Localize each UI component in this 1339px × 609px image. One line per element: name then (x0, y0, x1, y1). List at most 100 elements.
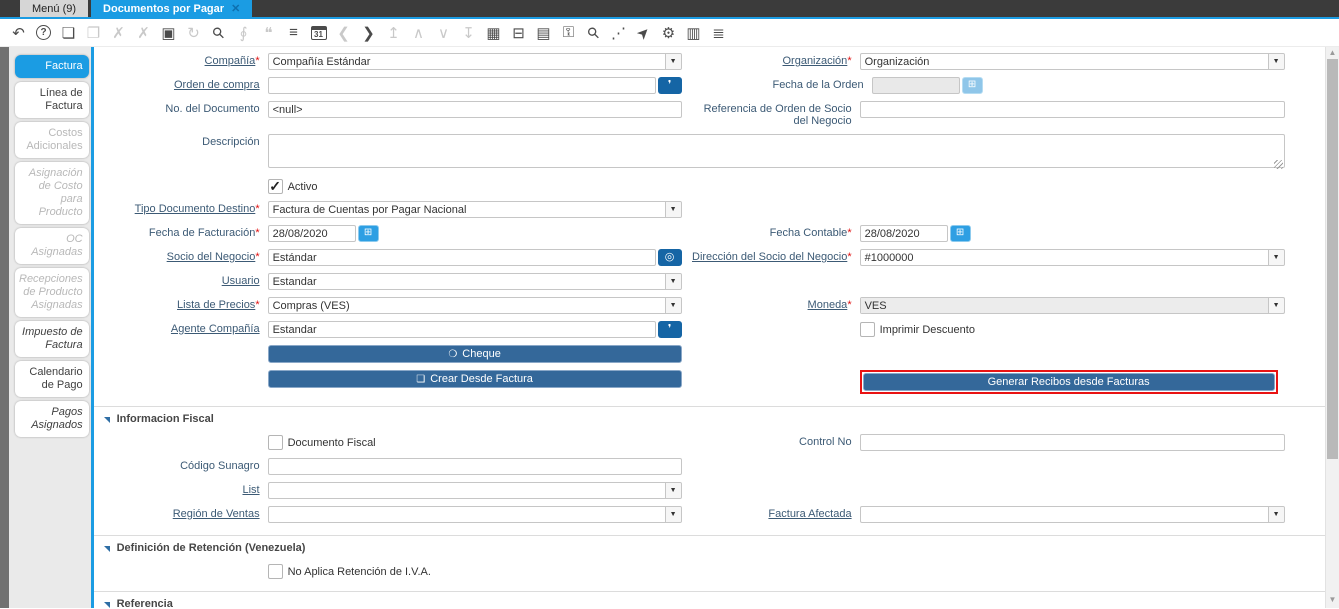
chevron-down-icon[interactable]: ▼ (1267, 507, 1284, 522)
tab-linea-de-factura[interactable]: Línea de Factura (15, 82, 89, 118)
section-title: Definición de Retención (Venezuela) (116, 542, 306, 554)
tab-documentos-por-pagar[interactable]: Documentos por Pagar ✕ (91, 0, 253, 17)
field-label-referencia-orden: Referencia de Orden de Socio del Negocio (703, 103, 852, 127)
field-label-fecha-orden: Fecha de la Orden (772, 79, 864, 91)
chevron-down-icon[interactable]: ▼ (1267, 54, 1284, 69)
chevron-down-icon[interactable]: ▼ (664, 298, 681, 313)
field-label-socio-negocio: Socio del Negocio* (166, 251, 260, 263)
descripcion-textarea[interactable] (267, 134, 1285, 168)
socio-negocio-input[interactable] (267, 249, 656, 266)
close-tab-icon[interactable]: ✕ (231, 2, 240, 15)
direccion-socio-combo[interactable]: #1000000 ▼ (859, 249, 1285, 266)
active-tab-label: Documentos por Pagar (103, 2, 225, 15)
orden-compra-input[interactable] (267, 77, 656, 94)
collapse-icon[interactable] (103, 601, 110, 608)
search-icon[interactable]: ⚲ (206, 19, 231, 46)
settings-icon[interactable]: ⚙ (656, 19, 681, 46)
form-content: Compañía* Compañía Estándar ▼ Organizació… (93, 47, 1325, 608)
report-icon[interactable]: ▦ (481, 19, 506, 46)
scroll-up-icon[interactable]: ▲ (1326, 47, 1339, 59)
tab-asignacion-de-costo: Asignación de Costo para Producto (15, 162, 89, 224)
menu-tab[interactable]: Menú (9) (20, 0, 89, 17)
scroll-down-icon[interactable]: ▼ (1326, 594, 1339, 606)
fecha-orden-input (871, 77, 960, 94)
document-icon: ❏ (416, 373, 426, 385)
field-label-moneda: Moneda* (807, 299, 852, 311)
grid-toggle-icon[interactable]: ≡ (281, 19, 306, 46)
calendar-icon[interactable]: 31 (306, 19, 331, 46)
help-icon[interactable]: ? (31, 19, 56, 46)
calendar-grid-icon: ⊞ (955, 227, 965, 238)
business-partner-icon: ◎ (664, 251, 675, 263)
compania-combo[interactable]: Compañía Estándar ▼ (267, 53, 682, 70)
list-combo[interactable]: ▼ (267, 482, 682, 499)
fecha-facturacion-input[interactable] (267, 225, 356, 242)
chevron-down-icon[interactable]: ▼ (664, 507, 681, 522)
scrollbar-thumb[interactable] (1327, 59, 1338, 459)
no-documento-input[interactable] (267, 101, 682, 118)
field-label-compania: Compañía* (204, 55, 260, 67)
chevron-down-icon[interactable]: ▼ (664, 483, 681, 498)
collapse-icon[interactable] (103, 416, 110, 423)
save-icon[interactable]: ▣ (156, 19, 181, 46)
print-preview-icon[interactable]: ≣ (706, 19, 731, 46)
agente-compania-lookup-button[interactable]: ❜ (657, 321, 682, 338)
workflow-icon[interactable]: ⋰ (606, 19, 631, 46)
archive-icon[interactable]: ⊟ (506, 19, 531, 46)
barcode-search-icon[interactable]: ▥ (681, 19, 706, 46)
cheque-button[interactable]: ❍ Cheque (267, 345, 682, 363)
tipo-documento-combo[interactable]: Factura de Cuentas por Pagar Nacional ▼ (267, 201, 682, 218)
fecha-contable-calendar-button[interactable]: ⊞ (949, 225, 971, 242)
referencia-orden-input[interactable] (859, 101, 1285, 118)
field-label-fecha-contable: Fecha Contable* (769, 227, 852, 239)
usuario-combo[interactable]: Estandar ▼ (267, 273, 682, 290)
send-request-icon[interactable]: ➤ (631, 19, 656, 46)
field-label-no-documento: No. del Documento (165, 103, 260, 115)
resize-grip-icon[interactable] (1273, 160, 1283, 169)
vertical-scrollbar[interactable]: ▲ ▼ (1325, 47, 1339, 608)
agente-compania-input[interactable] (267, 321, 656, 338)
collapsed-menu-strip[interactable] (0, 47, 9, 608)
moneda-combo: VES ▼ (859, 297, 1285, 314)
activo-checkbox[interactable]: ✓ (267, 179, 283, 194)
socio-negocio-lookup-button[interactable]: ◎ (657, 249, 682, 266)
documento-fiscal-checkbox[interactable] (267, 435, 283, 450)
chevron-down-icon[interactable]: ▼ (1267, 250, 1284, 265)
fecha-facturacion-calendar-button[interactable]: ⊞ (357, 225, 379, 242)
crear-desde-factura-button[interactable]: ❏ Crear Desde Factura (267, 370, 682, 388)
next-record-icon[interactable]: ❯ (356, 19, 381, 46)
lookup-icon: ❜ (667, 323, 672, 335)
tab-impuesto-de-factura[interactable]: Impuesto de Factura (15, 321, 89, 357)
imprimir-descuento-checkbox[interactable] (859, 322, 875, 337)
tab-factura[interactable]: Factura (15, 55, 89, 78)
fecha-contable-input[interactable] (859, 225, 948, 242)
zoom-across-icon[interactable]: ⚲ (581, 19, 606, 46)
new-record-icon[interactable]: ❏ (56, 19, 81, 46)
field-label-direccion-socio: Dirección del Socio del Negocio* (692, 251, 852, 263)
control-no-input[interactable] (859, 434, 1285, 451)
print-icon[interactable]: ▤ (531, 19, 556, 46)
lock-icon[interactable]: ⚿ (556, 19, 581, 46)
chevron-down-icon: ▼ (1267, 298, 1284, 313)
factura-afectada-combo[interactable]: ▼ (859, 506, 1285, 523)
chat-icon: ❝ (264, 24, 273, 42)
field-label-control-no: Control No (799, 436, 852, 448)
tab-recepciones-producto: Recepciones de Producto Asignadas (15, 268, 89, 317)
no-aplica-iva-checkbox[interactable] (267, 564, 283, 579)
tab-costos-adicionales: Costos Adicionales (15, 122, 89, 158)
tab-pagos-asignados[interactable]: Pagos Asignados (15, 401, 89, 437)
toolbar: ↶? ❏ ❐ ✗ ✗ ▣ ↻ ⚲ ∮ ❝ ≡ 31 ❮ ❯ ↥ ∧ ∨ ↧ ▦ ⊟ ▤ ⚿ ⚲ ⋰ ➤ ⚙ ▥ ≣ (0, 19, 1339, 47)
organizacion-combo[interactable]: Organización ▼ (859, 53, 1285, 70)
chevron-down-icon[interactable]: ▼ (664, 54, 681, 69)
chevron-down-icon[interactable]: ▼ (664, 274, 681, 289)
collapse-icon[interactable] (103, 545, 110, 552)
undo-icon[interactable]: ↶ (6, 19, 31, 46)
region-ventas-combo[interactable]: ▼ (267, 506, 682, 523)
chevron-down-icon[interactable]: ▼ (664, 202, 681, 217)
orden-compra-lookup-button[interactable]: ❜ (657, 77, 682, 94)
generar-recibos-button[interactable]: Generar Recibos desde Facturas (862, 373, 1275, 391)
lista-precios-combo[interactable]: Compras (VES) ▼ (267, 297, 682, 314)
codigo-sunagro-input[interactable] (267, 458, 682, 475)
activo-checkbox-label: Activo (287, 180, 318, 193)
tab-calendario-de-pago[interactable]: Calendario de Pago (15, 361, 89, 397)
